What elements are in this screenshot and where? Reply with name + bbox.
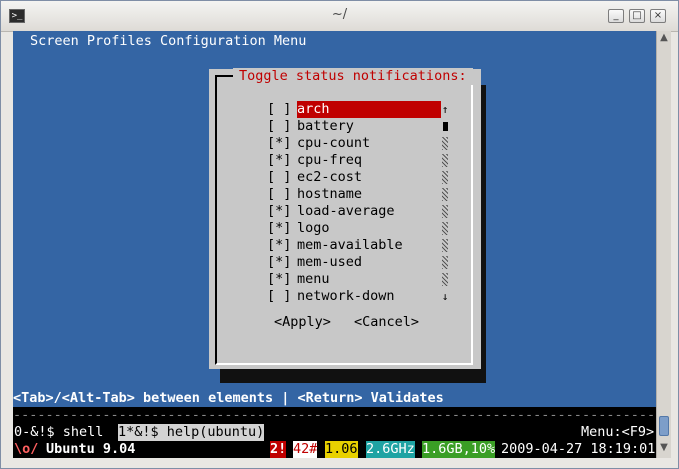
toggle-dialog: Toggle status notifications: [ ] arch [ ] b… — [209, 68, 481, 369]
dialog-scroll-track — [442, 239, 448, 252]
dialog-scroll-track — [442, 222, 448, 235]
window-title: ~/ — [331, 7, 348, 22]
checklist-item[interactable]: [ ] battery — [267, 118, 354, 135]
scroll-down-icon[interactable]: ▼ — [657, 441, 671, 455]
checkbox[interactable]: [ ] — [267, 186, 291, 202]
checkbox[interactable]: [*] — [267, 254, 291, 270]
checkbox[interactable]: [*] — [267, 152, 291, 168]
cpu-freq-badge: 2.6GHz — [366, 441, 415, 458]
status-divider: ----------------------------------------… — [13, 407, 656, 424]
cancel-button[interactable]: <Cancel> — [354, 314, 419, 331]
checkbox[interactable]: [*] — [267, 135, 291, 151]
distro-label: Ubuntu 9.04 — [46, 441, 136, 457]
dialog-title: Toggle status notifications: — [233, 68, 473, 85]
window-tab-shell[interactable]: 0-&!$ shell — [14, 424, 103, 441]
maximize-button[interactable]: □ — [629, 9, 645, 23]
checklist-item-label: network-down — [297, 288, 395, 304]
checklist-item[interactable]: [ ] hostname — [267, 186, 362, 203]
checklist-item-label: mem-used — [297, 254, 363, 270]
apply-button[interactable]: <Apply> — [274, 314, 331, 331]
checklist-item[interactable]: [ ] arch — [267, 101, 441, 118]
checklist-item-label: cpu-freq — [297, 152, 363, 168]
dialog-scroll-track — [442, 137, 448, 150]
window-tab-help[interactable]: 1*&!$ help(ubuntu) — [118, 424, 265, 441]
dialog-scroll-thumb[interactable] — [443, 122, 448, 131]
terminal-window: >_ ~/ _ □ × Screen Profiles Configuratio… — [0, 0, 679, 469]
checklist-item-label: cpu-count — [297, 135, 371, 151]
datetime: 2009-04-27 18:19:01 — [501, 441, 656, 457]
checkbox[interactable]: [*] — [267, 203, 291, 219]
checklist-item[interactable]: [*] load-average — [267, 203, 395, 220]
terminal-area[interactable]: Screen Profiles Configuration Menu Toggl… — [13, 31, 656, 458]
window-scrollbar[interactable]: ▲ ▼ — [656, 31, 671, 458]
checklist-item-label: hostname — [297, 186, 363, 202]
checklist-item[interactable]: [ ] network-down — [267, 288, 395, 305]
dialog-scroll-track — [442, 171, 448, 184]
checklist-item[interactable]: [ ] ec2-cost — [267, 169, 362, 186]
scrollbar-thumb[interactable] — [659, 416, 669, 436]
checklist-item[interactable]: [*] cpu-freq — [267, 152, 362, 169]
checkbox[interactable]: [ ] — [267, 101, 291, 117]
menu-hint: Menu:<F9> — [581, 424, 655, 440]
memory-badge: 1.6GB,10% — [422, 441, 496, 458]
updates-badge: 2! — [270, 441, 287, 458]
cpu-count-badge: 42# — [293, 441, 318, 458]
load-average-badge: 1.06 — [325, 441, 358, 458]
system-status-bar: \o/ Ubuntu 9.04 2! 42# 1.06 2.6GHz 1.6GB… — [13, 441, 656, 458]
checklist-item[interactable]: [*] cpu-count — [267, 135, 370, 152]
help-line: <Tab>/<Alt-Tab> between elements | <Retu… — [13, 388, 656, 408]
close-button[interactable]: × — [650, 9, 666, 23]
checkbox[interactable]: [*] — [267, 220, 291, 236]
checklist-item[interactable]: [*] menu — [267, 271, 330, 288]
ubuntu-logo: \o/ — [14, 441, 39, 457]
dialog-scroll-track — [442, 188, 448, 201]
scroll-up-icon[interactable]: ▲ — [657, 31, 671, 45]
checkbox[interactable]: [ ] — [267, 288, 291, 304]
checklist-item[interactable]: [*] mem-available — [267, 237, 403, 254]
scroll-up-arrow-icon[interactable]: ↑ — [441, 101, 449, 118]
checklist-item[interactable]: [*] mem-used — [267, 254, 362, 271]
dialog-scroll-track — [442, 205, 448, 218]
scroll-down-arrow-icon[interactable]: ↓ — [441, 288, 449, 305]
checklist-item-label: load-average — [297, 203, 395, 219]
checkbox[interactable]: [*] — [267, 237, 291, 253]
dialog-scroll-track — [442, 256, 448, 269]
checkbox[interactable]: [ ] — [267, 169, 291, 185]
config-menu-header: Screen Profiles Configuration Menu — [30, 33, 307, 49]
checkbox[interactable]: [ ] — [267, 118, 291, 134]
window-list-bar: 0-&!$ shell 1*&!$ help(ubuntu) Menu:<F9> — [13, 424, 656, 441]
checklist-item-label: ec2-cost — [297, 169, 363, 185]
checklist-item-label: battery — [297, 118, 354, 134]
minimize-button[interactable]: _ — [608, 9, 624, 23]
checklist-item-label: logo — [297, 220, 330, 236]
checkbox[interactable]: [*] — [267, 271, 291, 287]
checklist-item-label: arch — [297, 101, 441, 118]
dialog-scroll-track — [442, 154, 448, 167]
title-bar[interactable]: >_ ~/ _ □ × — [1, 1, 678, 32]
checklist-item-label: mem-available — [297, 237, 403, 253]
checklist-item[interactable]: [*] logo — [267, 220, 330, 237]
dialog-scroll-track — [442, 273, 448, 286]
checklist-item-label: menu — [297, 271, 330, 287]
